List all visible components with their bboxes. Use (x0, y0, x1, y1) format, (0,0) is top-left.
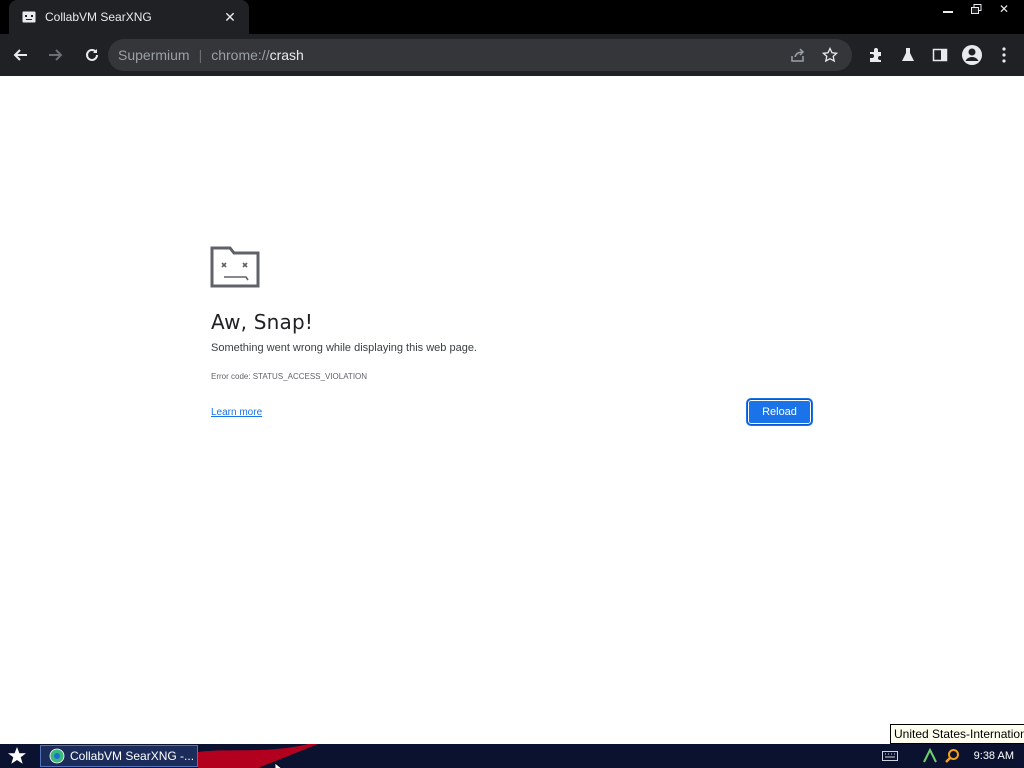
omnibox-path: crash (269, 47, 304, 63)
omnibox-origin: Supermium (118, 47, 190, 63)
browser-toolbar: Supermium | chrome:// crash (0, 34, 1024, 76)
browser-app-icon (49, 748, 65, 764)
tab-strip: CollabVM SearXNG ✕ ✕ (0, 0, 1024, 34)
reload-button[interactable]: Reload (747, 399, 812, 425)
tab-close-icon[interactable]: ✕ (221, 8, 239, 26)
omnibox-separator: | (198, 47, 203, 63)
taskbar-item-label: CollabVM SearXNG -... (70, 749, 195, 763)
keyboard-icon[interactable] (880, 746, 900, 766)
extensions-icon[interactable] (860, 39, 892, 71)
system-tray: 9:38 AM (878, 744, 1018, 768)
error-message: Something went wrong while displaying th… (211, 342, 477, 354)
page-heading: Aw, Snap! (211, 310, 314, 334)
star-icon[interactable] (814, 39, 846, 71)
keyboard-layout-tooltip: United States-International (890, 724, 1024, 744)
address-bar[interactable]: Supermium | chrome:// crash (108, 39, 852, 71)
window-controls: ✕ (934, 0, 1018, 18)
minimize-icon[interactable] (934, 0, 962, 18)
restore-icon[interactable] (962, 0, 990, 18)
side-panel-icon[interactable] (924, 39, 956, 71)
back-arrow-icon[interactable] (4, 39, 36, 71)
sad-tab-icon (210, 246, 260, 293)
menu-icon[interactable] (988, 39, 1020, 71)
taskbar-item-browser[interactable]: CollabVM SearXNG -... (40, 745, 198, 767)
forward-arrow-icon[interactable] (40, 39, 72, 71)
reload-icon[interactable] (76, 39, 108, 71)
taskbar: CollabVM SearXNG -... 9:38 AM (0, 744, 1024, 768)
learn-more-link[interactable]: Learn more (211, 407, 262, 418)
clock: 9:38 AM (973, 750, 1014, 762)
error-code: Error code: STATUS_ACCESS_VIOLATION (211, 372, 368, 381)
close-icon[interactable]: ✕ (990, 0, 1018, 18)
crash-page: Aw, Snap! Something went wrong while dis… (0, 76, 1024, 744)
mouse-cursor-icon (274, 759, 285, 768)
browser-tab[interactable]: CollabVM SearXNG ✕ (9, 0, 249, 34)
profile-icon[interactable] (956, 39, 988, 71)
omnibox-scheme: chrome:// (211, 47, 270, 63)
screen: CollabVM SearXNG ✕ ✕ Supermium | chrome:… (0, 0, 1024, 768)
start-star-icon[interactable] (4, 745, 30, 767)
taskbar-decoration (198, 744, 318, 768)
toolbar-actions (860, 39, 1020, 71)
search-icon[interactable] (942, 746, 962, 766)
network-icon[interactable] (920, 746, 940, 766)
sad-tab-icon (21, 9, 37, 25)
share-icon[interactable] (782, 39, 814, 71)
omnibox-actions (782, 39, 846, 71)
labs-icon[interactable] (892, 39, 924, 71)
tab-title: CollabVM SearXNG (45, 10, 152, 24)
